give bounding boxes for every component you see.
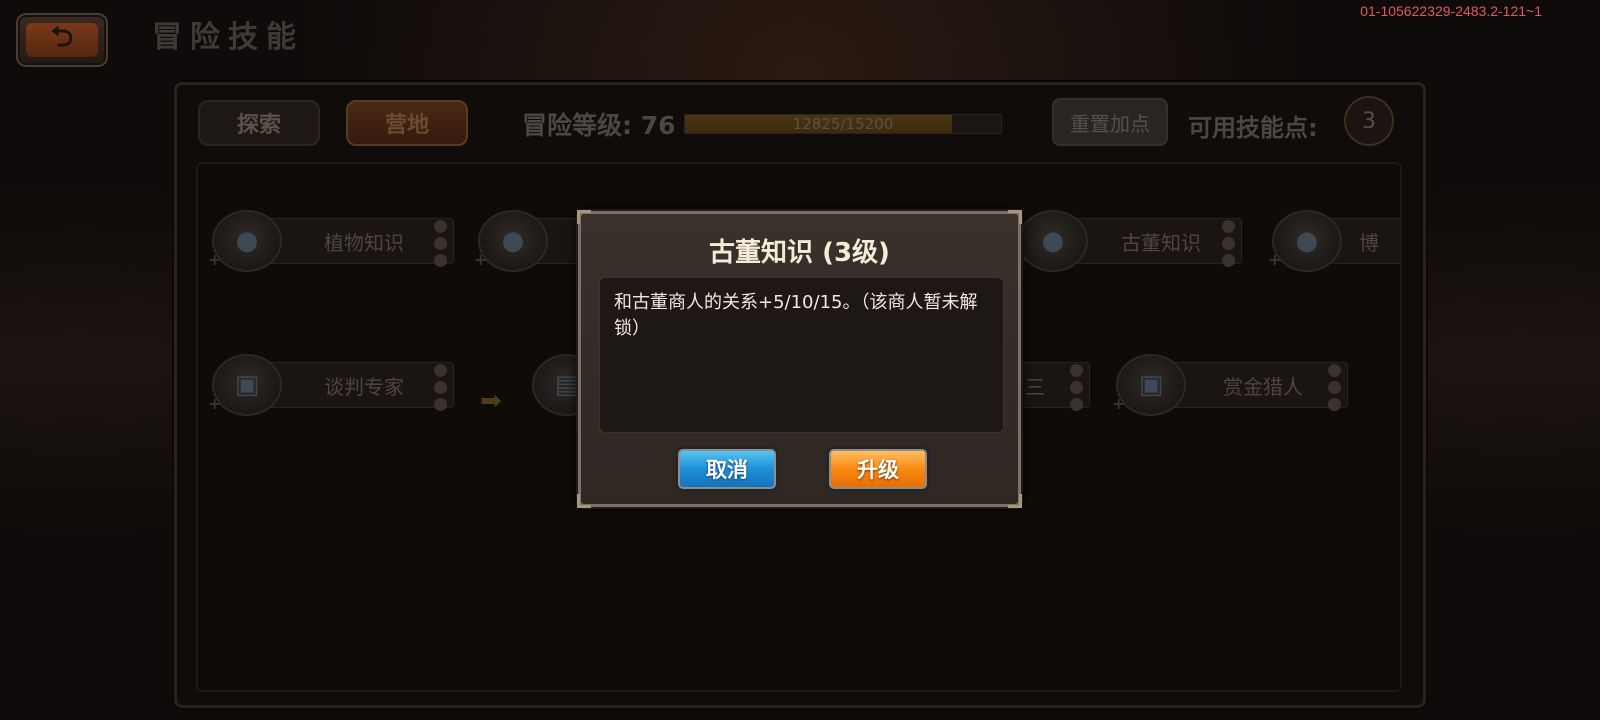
reset-points-button[interactable]: 重置加点 [1052,98,1168,146]
level-progress-text: 12825/15200 [792,115,894,133]
skill-level-pips [1222,220,1236,271]
skill-card-bounty-hunter[interactable]: 赏金猎人 ▣ + [1108,354,1348,416]
skill-card-row1-4[interactable]: 博 ● + [1264,210,1400,272]
tab-camp-label: 营地 [384,113,429,138]
plus-icon: + [474,250,488,269]
tab-camp[interactable]: 营地 [346,100,468,146]
plus-icon: + [208,250,222,269]
skill-card-plant-knowledge[interactable]: 植物知识 ● + [204,210,454,272]
page-title: 冒险技能 [152,20,304,55]
plus-icon: + [208,394,222,413]
knowledge-person-icon: ● [1272,210,1342,272]
negotiation-icon: ▣ [212,354,282,416]
return-arrow-icon: ⮌ [26,20,98,57]
upgrade-button[interactable]: 升级 [826,446,930,492]
corner-ornament [577,494,591,508]
skill-level-pips [434,220,448,271]
knowledge-person-icon: ● [1018,210,1088,272]
skill-card-row1-2[interactable]: ● + [470,210,590,272]
skill-level-pips [1328,364,1342,415]
plus-icon: + [1268,250,1282,269]
debug-id-text: 01-105622329-2483.2-121~1 [1360,3,1542,19]
back-button[interactable]: ⮌ [16,13,108,67]
knowledge-person-icon: ● [478,210,548,272]
knowledge-person-icon: ● [212,210,282,272]
skill-points-value: 3 [1344,96,1394,146]
cancel-button[interactable]: 取消 [675,446,779,492]
corner-ornament [1008,494,1022,508]
dialog-description: 和古董商人的关系+5/10/15。（该商人暂未解锁） [599,277,1004,433]
skill-card-antique-knowledge[interactable]: 古董知识 ● + [1010,210,1242,272]
skill-upgrade-dialog: 古董知识 (3级) 和古董商人的关系+5/10/15。（该商人暂未解锁） 取消 … [577,210,1022,508]
level-progress-bar: 12825/15200 [684,114,1002,134]
skill-level-pips [434,364,448,415]
dialog-title: 古董知识 (3级) [709,238,890,268]
tab-explore[interactable]: 探索 [198,100,320,146]
skill-level-pips [1070,364,1084,415]
corner-ornament [577,210,591,224]
adventure-level-label: 冒险等级: 76 [522,111,676,140]
skill-points-label: 可用技能点: [1188,114,1318,142]
tab-explore-label: 探索 [236,113,281,138]
skill-card-negotiation-expert[interactable]: 谈判专家 ▣ + [204,354,454,416]
arrow-right-icon: ➡ [480,386,502,416]
bounty-icon: ▣ [1116,354,1186,416]
corner-ornament [1008,210,1022,224]
plus-icon: + [1112,394,1126,413]
